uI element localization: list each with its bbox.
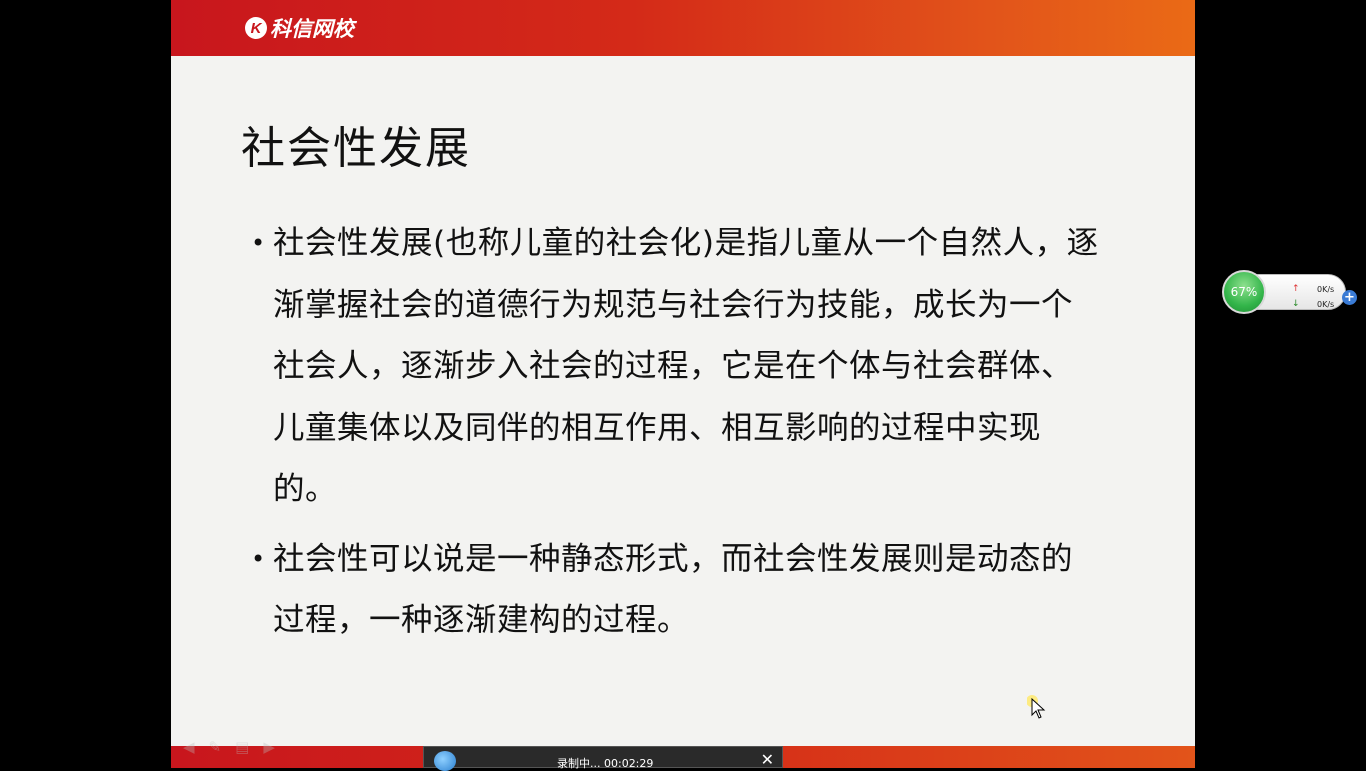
bullet-icon: •: [251, 544, 266, 573]
memory-usage-ball[interactable]: 67%: [1222, 270, 1266, 314]
pen-icon[interactable]: ✎: [209, 738, 222, 756]
slide-title: 社会性发展: [241, 123, 471, 174]
plus-icon[interactable]: +: [1342, 290, 1357, 305]
upload-arrow-icon: ↑: [1292, 284, 1300, 294]
download-arrow-icon: ↓: [1292, 299, 1300, 309]
bullet-list: • 社会性发展(也称儿童的社会化)是指儿童从一个自然人，逐渐掌握社会的道德行为规…: [251, 213, 1101, 652]
slide-nav-controls: ◀ ✎ ▤ ▶: [183, 738, 275, 756]
download-speed: 0K/s: [1317, 300, 1335, 309]
presentation-slide: K 科信网校 社会性发展 • 社会性发展(也称儿童的社会化)是指儿童从一个自然人…: [171, 0, 1195, 768]
logo-text: 科信网校: [270, 17, 354, 41]
menu-icon[interactable]: ▤: [235, 738, 249, 756]
prev-slide-icon[interactable]: ◀: [183, 738, 195, 756]
mouse-cursor-icon: [1027, 695, 1046, 719]
recorder-icon: [434, 751, 456, 771]
logo-mark-icon: K: [245, 17, 267, 39]
bullet-text: 社会性可以说是一种静态形式，而社会性发展则是动态的过程，一种逐渐建构的过程。: [273, 540, 1074, 639]
header-bar: K 科信网校: [171, 0, 1195, 56]
close-icon[interactable]: ✕: [761, 752, 774, 768]
bullet-item-2: • 社会性可以说是一种静态形式，而社会性发展则是动态的过程，一种逐渐建构的过程。: [251, 529, 1101, 652]
recording-status: 录制中... 00:02:29: [557, 757, 654, 770]
next-slide-icon[interactable]: ▶: [263, 738, 275, 756]
network-speed-widget[interactable]: ↑ 0K/s ↓ 0K/s + 67%: [1222, 270, 1357, 315]
bullet-text: 社会性发展(也称儿童的社会化)是指儿童从一个自然人，逐渐掌握社会的道德行为规范与…: [273, 225, 1099, 507]
bullet-icon: •: [251, 229, 266, 257]
upload-speed: 0K/s: [1317, 285, 1335, 294]
brand-logo: K 科信网校: [245, 13, 354, 43]
bullet-item-1: • 社会性发展(也称儿童的社会化)是指儿童从一个自然人，逐渐掌握社会的道德行为规…: [251, 213, 1101, 521]
screen-recorder-bar: 录制中... 00:02:29 ✕: [423, 746, 783, 771]
